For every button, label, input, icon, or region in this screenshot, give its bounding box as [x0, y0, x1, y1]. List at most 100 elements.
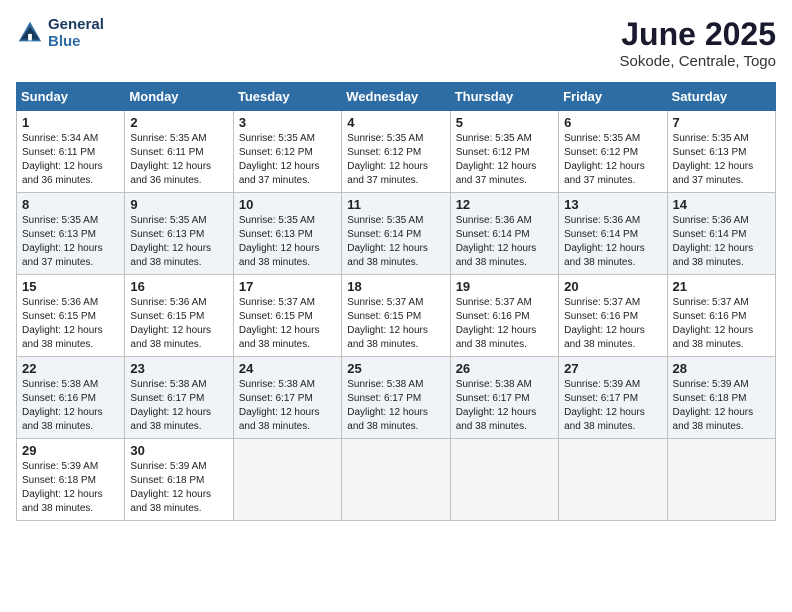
calendar-cell: 27 Sunrise: 5:39 AMSunset: 6:17 PMDayligh… [559, 357, 667, 439]
day-number: 30 [130, 443, 227, 458]
day-number: 14 [673, 197, 770, 212]
day-info: Sunrise: 5:35 AMSunset: 6:12 PMDaylight:… [564, 132, 661, 188]
calendar-cell: 9 Sunrise: 5:35 AMSunset: 6:13 PMDaylight… [125, 193, 233, 275]
day-info: Sunrise: 5:36 AMSunset: 6:14 PMDaylight:… [673, 214, 770, 270]
calendar-header-row: SundayMondayTuesdayWednesdayThursdayFrid… [17, 83, 776, 111]
day-header-saturday: Saturday [667, 83, 775, 111]
day-info: Sunrise: 5:39 AMSunset: 6:17 PMDaylight:… [564, 378, 661, 434]
calendar-cell [559, 439, 667, 521]
calendar-week-row: 1 Sunrise: 5:34 AMSunset: 6:11 PMDaylight… [17, 111, 776, 193]
calendar-cell: 21 Sunrise: 5:37 AMSunset: 6:16 PMDayligh… [667, 275, 775, 357]
calendar-cell: 6 Sunrise: 5:35 AMSunset: 6:12 PMDaylight… [559, 111, 667, 193]
calendar-cell: 18 Sunrise: 5:37 AMSunset: 6:15 PMDayligh… [342, 275, 450, 357]
calendar-cell: 23Sunrise: 5:38 AMSunset: 6:17 PMDayligh… [125, 357, 233, 439]
calendar-cell: 3 Sunrise: 5:35 AMSunset: 6:12 PMDaylight… [233, 111, 341, 193]
day-number: 25 [347, 361, 444, 376]
calendar-cell: 30 Sunrise: 5:39 AMSunset: 6:18 PMDayligh… [125, 439, 233, 521]
day-info: Sunrise: 5:38 AMSunset: 6:17 PMDaylight:… [130, 378, 227, 434]
day-number: 6 [564, 115, 661, 130]
calendar-cell: 17 Sunrise: 5:37 AMSunset: 6:15 PMDayligh… [233, 275, 341, 357]
calendar-week-row: 22 Sunrise: 5:38 AMSunset: 6:16 PMDayligh… [17, 357, 776, 439]
day-info: Sunrise: 5:35 AMSunset: 6:13 PMDaylight:… [673, 132, 770, 188]
calendar-cell: 15Sunrise: 5:36 AMSunset: 6:15 PMDayligh… [17, 275, 125, 357]
day-info: Sunrise: 5:36 AMSunset: 6:15 PMDaylight:… [130, 296, 227, 352]
day-info: Sunrise: 5:37 AMSunset: 6:16 PMDaylight:… [456, 296, 553, 352]
day-info: Sunrise: 5:36 AMSunset: 6:15 PMDaylight:… [22, 296, 119, 352]
calendar-cell: 28 Sunrise: 5:39 AMSunset: 6:18 PMDayligh… [667, 357, 775, 439]
logo-text-line1: General [48, 16, 104, 33]
calendar-cell: 20Sunrise: 5:37 AMSunset: 6:16 PMDayligh… [559, 275, 667, 357]
day-info: Sunrise: 5:35 AMSunset: 6:14 PMDaylight:… [347, 214, 444, 270]
day-header-tuesday: Tuesday [233, 83, 341, 111]
calendar-cell: 5 Sunrise: 5:35 AMSunset: 6:12 PMDaylight… [450, 111, 558, 193]
day-number: 9 [130, 197, 227, 212]
logo-text-line2: Blue [48, 33, 104, 50]
calendar-cell: 13 Sunrise: 5:36 AMSunset: 6:14 PMDayligh… [559, 193, 667, 275]
calendar-cell: 4Sunrise: 5:35 AMSunset: 6:12 PMDaylight… [342, 111, 450, 193]
day-number: 26 [456, 361, 553, 376]
day-info: Sunrise: 5:39 AMSunset: 6:18 PMDaylight:… [673, 378, 770, 434]
day-info: Sunrise: 5:36 AMSunset: 6:14 PMDaylight:… [564, 214, 661, 270]
day-number: 8 [22, 197, 119, 212]
day-number: 19 [456, 279, 553, 294]
day-number: 11 [347, 197, 444, 212]
day-header-sunday: Sunday [17, 83, 125, 111]
day-number: 16 [130, 279, 227, 294]
calendar-cell: 12Sunrise: 5:36 AMSunset: 6:14 PMDayligh… [450, 193, 558, 275]
day-info: Sunrise: 5:37 AMSunset: 6:16 PMDaylight:… [564, 296, 661, 352]
day-info: Sunrise: 5:39 AMSunset: 6:18 PMDaylight:… [130, 460, 227, 516]
month-title: June 2025 [620, 16, 777, 53]
day-number: 12 [456, 197, 553, 212]
calendar-cell: 16 Sunrise: 5:36 AMSunset: 6:15 PMDayligh… [125, 275, 233, 357]
day-info: Sunrise: 5:35 AMSunset: 6:12 PMDaylight:… [456, 132, 553, 188]
day-header-thursday: Thursday [450, 83, 558, 111]
day-number: 1 [22, 115, 119, 130]
day-number: 29 [22, 443, 119, 458]
calendar-cell: 10 Sunrise: 5:35 AMSunset: 6:13 PMDayligh… [233, 193, 341, 275]
day-info: Sunrise: 5:34 AMSunset: 6:11 PMDaylight:… [22, 132, 119, 188]
day-number: 18 [347, 279, 444, 294]
day-info: Sunrise: 5:37 AMSunset: 6:15 PMDaylight:… [239, 296, 336, 352]
calendar-cell: 19 Sunrise: 5:37 AMSunset: 6:16 PMDayligh… [450, 275, 558, 357]
title-block: June 2025 Sokode, Centrale, Togo [620, 16, 777, 70]
day-number: 2 [130, 115, 227, 130]
day-number: 10 [239, 197, 336, 212]
day-number: 13 [564, 197, 661, 212]
calendar-cell: 29Sunrise: 5:39 AMSunset: 6:18 PMDayligh… [17, 439, 125, 521]
day-info: Sunrise: 5:38 AMSunset: 6:16 PMDaylight:… [22, 378, 119, 434]
page-header: General Blue June 2025 Sokode, Centrale,… [16, 16, 776, 70]
day-info: Sunrise: 5:38 AMSunset: 6:17 PMDaylight:… [347, 378, 444, 434]
day-number: 22 [22, 361, 119, 376]
day-number: 17 [239, 279, 336, 294]
day-info: Sunrise: 5:37 AMSunset: 6:15 PMDaylight:… [347, 296, 444, 352]
day-number: 28 [673, 361, 770, 376]
day-info: Sunrise: 5:35 AMSunset: 6:13 PMDaylight:… [130, 214, 227, 270]
calendar-cell [450, 439, 558, 521]
day-number: 24 [239, 361, 336, 376]
calendar-week-row: 15Sunrise: 5:36 AMSunset: 6:15 PMDayligh… [17, 275, 776, 357]
day-number: 4 [347, 115, 444, 130]
day-info: Sunrise: 5:37 AMSunset: 6:16 PMDaylight:… [673, 296, 770, 352]
day-number: 7 [673, 115, 770, 130]
calendar-cell: 25 Sunrise: 5:38 AMSunset: 6:17 PMDayligh… [342, 357, 450, 439]
day-number: 21 [673, 279, 770, 294]
calendar-cell: 7 Sunrise: 5:35 AMSunset: 6:13 PMDaylight… [667, 111, 775, 193]
calendar-cell: 8 Sunrise: 5:35 AMSunset: 6:13 PMDaylight… [17, 193, 125, 275]
day-header-monday: Monday [125, 83, 233, 111]
day-header-friday: Friday [559, 83, 667, 111]
day-info: Sunrise: 5:35 AMSunset: 6:13 PMDaylight:… [239, 214, 336, 270]
day-info: Sunrise: 5:38 AMSunset: 6:17 PMDaylight:… [239, 378, 336, 434]
calendar-cell: 24 Sunrise: 5:38 AMSunset: 6:17 PMDayligh… [233, 357, 341, 439]
calendar-cell [233, 439, 341, 521]
day-number: 5 [456, 115, 553, 130]
calendar-cell [667, 439, 775, 521]
day-number: 27 [564, 361, 661, 376]
day-info: Sunrise: 5:35 AMSunset: 6:12 PMDaylight:… [239, 132, 336, 188]
calendar-table: SundayMondayTuesdayWednesdayThursdayFrid… [16, 82, 776, 521]
day-info: Sunrise: 5:38 AMSunset: 6:17 PMDaylight:… [456, 378, 553, 434]
day-info: Sunrise: 5:35 AMSunset: 6:11 PMDaylight:… [130, 132, 227, 188]
calendar-cell: 26 Sunrise: 5:38 AMSunset: 6:17 PMDayligh… [450, 357, 558, 439]
day-number: 3 [239, 115, 336, 130]
day-info: Sunrise: 5:35 AMSunset: 6:13 PMDaylight:… [22, 214, 119, 270]
calendar-cell: 14 Sunrise: 5:36 AMSunset: 6:14 PMDayligh… [667, 193, 775, 275]
